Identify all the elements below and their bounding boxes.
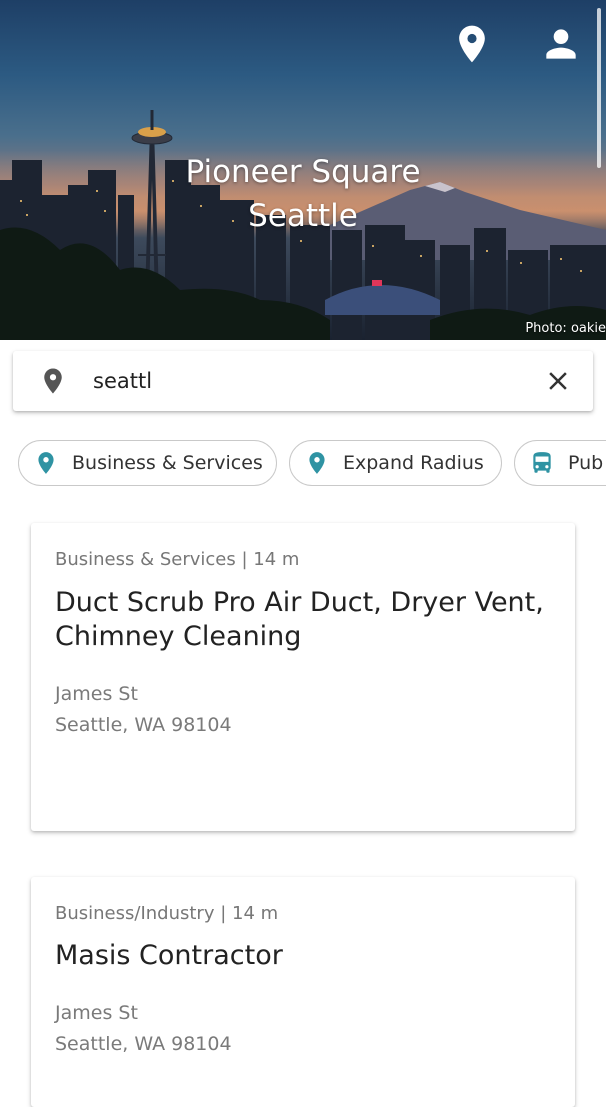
chip-public-transit[interactable]: Pub: [514, 440, 606, 486]
result-street: James St: [55, 683, 138, 705]
result-meta: Business & Services | 14 m: [55, 549, 300, 570]
location-pin-icon: [44, 368, 62, 394]
location-pin-icon: [459, 25, 485, 63]
account-button[interactable]: [539, 22, 583, 66]
search-input[interactable]: [93, 361, 533, 401]
location-title-line1: Pioneer Square: [185, 154, 421, 190]
photo-credit: Photo: oakie: [525, 321, 606, 336]
result-city: Seattle, WA 98104: [55, 1033, 232, 1055]
filter-chips: Business & Services Expand Radius Pub: [0, 440, 606, 490]
chip-label: Expand Radius: [343, 452, 484, 474]
account-icon: [546, 29, 576, 59]
location-title: Pioneer Square Seattle: [0, 150, 606, 238]
search-bar: [13, 351, 593, 411]
bus-icon: [533, 452, 551, 473]
location-button[interactable]: [450, 22, 494, 66]
result-city: Seattle, WA 98104: [55, 714, 232, 736]
chip-business-services[interactable]: Business & Services: [18, 440, 277, 486]
scrollbar[interactable]: [597, 8, 601, 168]
result-card[interactable]: Business/Industry | 14 m Masis Contracto…: [31, 877, 575, 1107]
chip-label: Pub: [568, 452, 604, 474]
chip-label: Business & Services: [72, 452, 263, 474]
location-pin-icon: [38, 452, 54, 474]
result-name: Duct Scrub Pro Air Duct, Dryer Vent, Chi…: [55, 587, 544, 652]
result-name: Masis Contractor: [55, 940, 283, 971]
chip-expand-radius[interactable]: Expand Radius: [289, 440, 502, 486]
result-card[interactable]: Business & Services | 14 m Duct Scrub Pr…: [31, 523, 575, 831]
hero-banner: Pioneer Square Seattle Photo: oakie: [0, 0, 606, 340]
location-title-line2: Seattle: [248, 198, 358, 234]
location-pin-icon: [309, 452, 325, 474]
result-meta: Business/Industry | 14 m: [55, 903, 279, 924]
close-icon[interactable]: [543, 366, 573, 396]
result-street: James St: [55, 1002, 138, 1024]
